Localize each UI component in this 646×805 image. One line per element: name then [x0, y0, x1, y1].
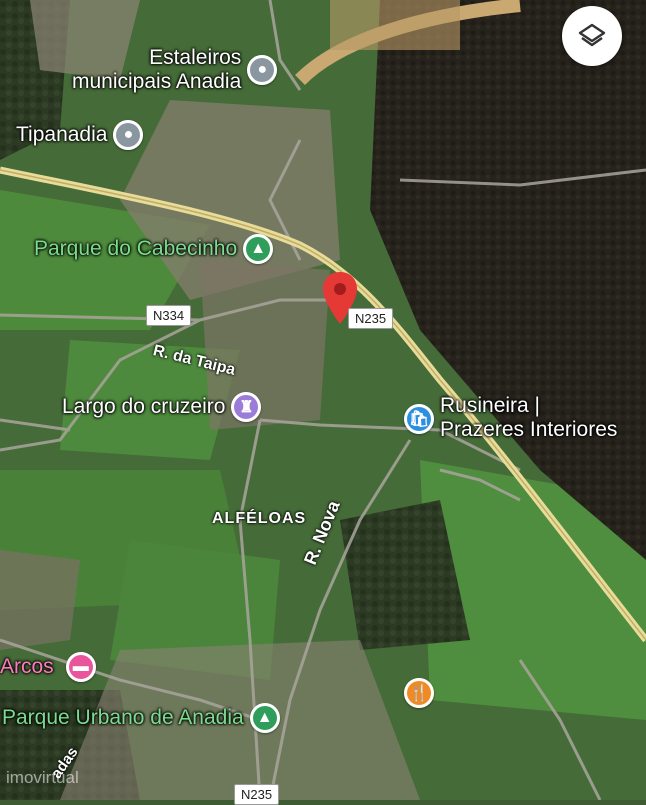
poi-label: Parque do Cabecinho	[34, 237, 238, 261]
poi-label: Rusineira | Prazeres Interiores	[440, 394, 618, 441]
road-shield-n235: N235	[348, 308, 394, 329]
poi-tipanadia[interactable]: Tipanadia ●	[16, 120, 144, 150]
poi-parque-cabecinho[interactable]: Parque do Cabecinho ▲	[34, 234, 274, 264]
tree-icon: ▲	[249, 703, 280, 733]
monument-icon: ♜	[231, 392, 262, 422]
tree-icon: ▲	[243, 234, 274, 264]
fork-knife-icon: 🍴	[404, 678, 434, 708]
poi-label: Tipanadia	[16, 123, 108, 147]
poi-label: Arcos	[0, 655, 54, 679]
location-icon: ●	[113, 120, 144, 150]
poi-estaleiros[interactable]: Estaleiros municipais Anadia ●	[72, 46, 278, 93]
road-shield-n235-bottom: N235	[234, 784, 280, 805]
road-shield-n334: N334	[146, 305, 192, 326]
poi-label: Largo do cruzeiro	[62, 395, 226, 419]
layers-icon	[578, 23, 606, 47]
bed-icon: ▬	[65, 652, 96, 682]
poi-restaurant[interactable]: 🍴	[404, 678, 434, 708]
poi-rusineira[interactable]: 🛍 Rusineira | Prazeres Interiores	[404, 394, 617, 441]
location-icon: ●	[247, 54, 278, 85]
poi-largo-cruzeiro[interactable]: Largo do cruzeiro ♜	[62, 392, 262, 422]
poi-label: Parque Urbano de Anadia	[2, 706, 244, 730]
place-name-alfeloas: ALFÉLOAS	[212, 510, 307, 527]
poi-parque-urbano[interactable]: Parque Urbano de Anadia ▲	[2, 703, 280, 733]
poi-arcos[interactable]: Arcos ▬	[0, 652, 96, 682]
watermark: imovirtual	[6, 768, 79, 787]
shopping-bag-icon: 🛍	[404, 404, 434, 434]
poi-label: Estaleiros municipais Anadia	[72, 46, 242, 93]
layers-button[interactable]	[562, 6, 622, 66]
